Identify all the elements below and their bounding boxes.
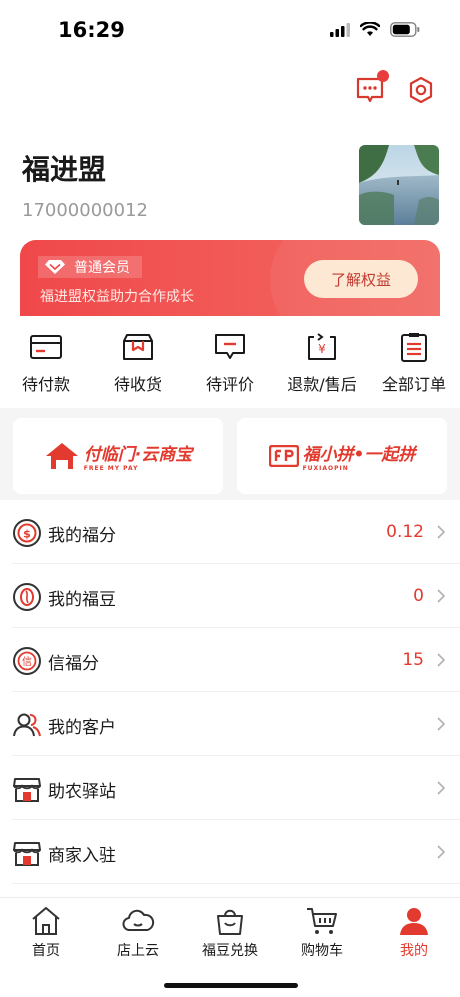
wifi-icon [360,22,380,36]
comment-icon [215,334,245,359]
status-time: 16:29 [58,18,125,42]
messages-button[interactable] [353,70,389,107]
list-item-fufen[interactable]: $ 我的福分 0.12 [12,500,460,564]
order-label: 待评价 [205,375,254,394]
chevron-right-icon [437,653,446,667]
cloud-icon [122,909,155,931]
battery-icon [390,22,420,37]
tab-bar: 首页 店上云 福豆兑换 购物车 我的 [0,897,460,997]
order-pending-review[interactable]: 待评价 [184,326,276,406]
order-shortcuts: 待付款 待收货 待评价 ¥ 退款/售后 全部订单 [0,326,460,406]
list-item-label: 我的福分 [48,526,116,546]
member-description: 福进盟权益助力合作成长 [40,289,194,305]
order-all[interactable]: 全部订单 [368,326,460,406]
username: 福进盟 [22,153,107,186]
list-item-fudou[interactable]: 我的福豆 0 [12,564,460,628]
shop-icon [13,842,41,866]
fp-logo-icon [268,445,299,467]
tab-label: 福豆兑换 [202,943,258,959]
cart-icon [307,908,337,934]
promo-title: 福小拼•一起拼 [302,445,416,465]
tab-label: 购物车 [301,943,343,959]
promo-subtitle: FREE MY PAY [83,465,139,472]
coin-icon: $ [13,519,41,547]
svg-text:信: 信 [22,656,32,668]
settings-button[interactable] [404,73,438,107]
avatar[interactable] [359,145,439,225]
member-level-tag: 普通会员 [38,256,142,278]
chevron-right-icon [437,717,446,731]
diamond-icon [45,260,65,274]
order-label: 待付款 [21,375,70,394]
status-icons [330,22,420,37]
list-item-value: 0 [413,586,424,606]
home-icon [32,907,60,935]
clipboard-icon [401,333,427,362]
list-item-label: 信福分 [48,654,99,674]
list-item-merchant[interactable]: 商家入驻 [12,820,460,884]
order-pending-receipt[interactable]: 待收货 [92,326,184,406]
svg-text:¥: ¥ [318,342,326,356]
refund-icon: ¥ [308,333,336,360]
avatar-image [359,145,439,225]
list-item-value: 0.12 [386,522,424,542]
order-label: 退款/售后 [287,375,357,394]
order-pending-payment[interactable]: 待付款 [0,326,92,406]
list-item-xinfufen[interactable]: 信 信福分 15 [12,628,460,692]
list-item-customers[interactable]: 我的客户 [12,692,460,756]
customers-icon [13,713,41,737]
chevron-right-icon [437,845,446,859]
credit-icon: 信 [13,647,41,675]
house-logo-icon [45,443,78,469]
list-item-label: 我的福豆 [48,590,116,610]
store-icon [13,778,41,802]
list-item-label: 商家入驻 [48,846,116,866]
phone-number: 17000000012 [22,200,148,221]
package-icon [123,334,153,360]
chevron-right-icon [437,781,446,795]
list-item-label: 助农驿站 [48,782,116,802]
svg-text:$: $ [23,528,31,541]
promo-title: 付临门·云商宝 [83,445,193,465]
chevron-right-icon [437,525,446,539]
tab-home[interactable]: 首页 [0,898,92,997]
list-item-label: 我的客户 [48,718,116,738]
bean-icon [13,583,41,611]
shopping-bag-icon [217,909,243,935]
order-label: 待收货 [113,375,162,394]
list-item-value: 15 [402,650,424,670]
tab-mine[interactable]: 我的 [368,898,460,997]
tab-label: 我的 [400,943,428,959]
member-card: 普通会员 福进盟权益助力合作成长 了解权益 [20,240,440,316]
status-bar: 16:29 [0,0,460,60]
home-indicator [164,983,298,988]
tab-label: 首页 [32,943,60,959]
chevron-right-icon [437,589,446,603]
gear-icon [409,76,433,104]
learn-rights-button[interactable]: 了解权益 [304,260,418,298]
tab-label: 店上云 [117,943,159,959]
member-level: 普通会员 [74,260,130,276]
order-label: 全部订单 [381,375,446,394]
wallet-icon [30,335,62,359]
promo-subtitle: FUXIAOPIN [302,465,349,472]
list-item-station[interactable]: 助农驿站 [12,756,460,820]
user-icon [400,908,428,935]
signal-icon [330,22,350,37]
order-refund[interactable]: ¥ 退款/售后 [276,326,368,406]
notification-dot [377,70,389,82]
promo-fuxiaopin[interactable]: 福小拼•一起拼 FUXIAOPIN [237,418,447,494]
promo-fulinmen[interactable]: 付临门·云商宝 FREE MY PAY [13,418,223,494]
menu-list: $ 我的福分 0.12 我的福豆 0 信 信福分 15 我的客户 助农驿站 商家… [0,500,460,884]
